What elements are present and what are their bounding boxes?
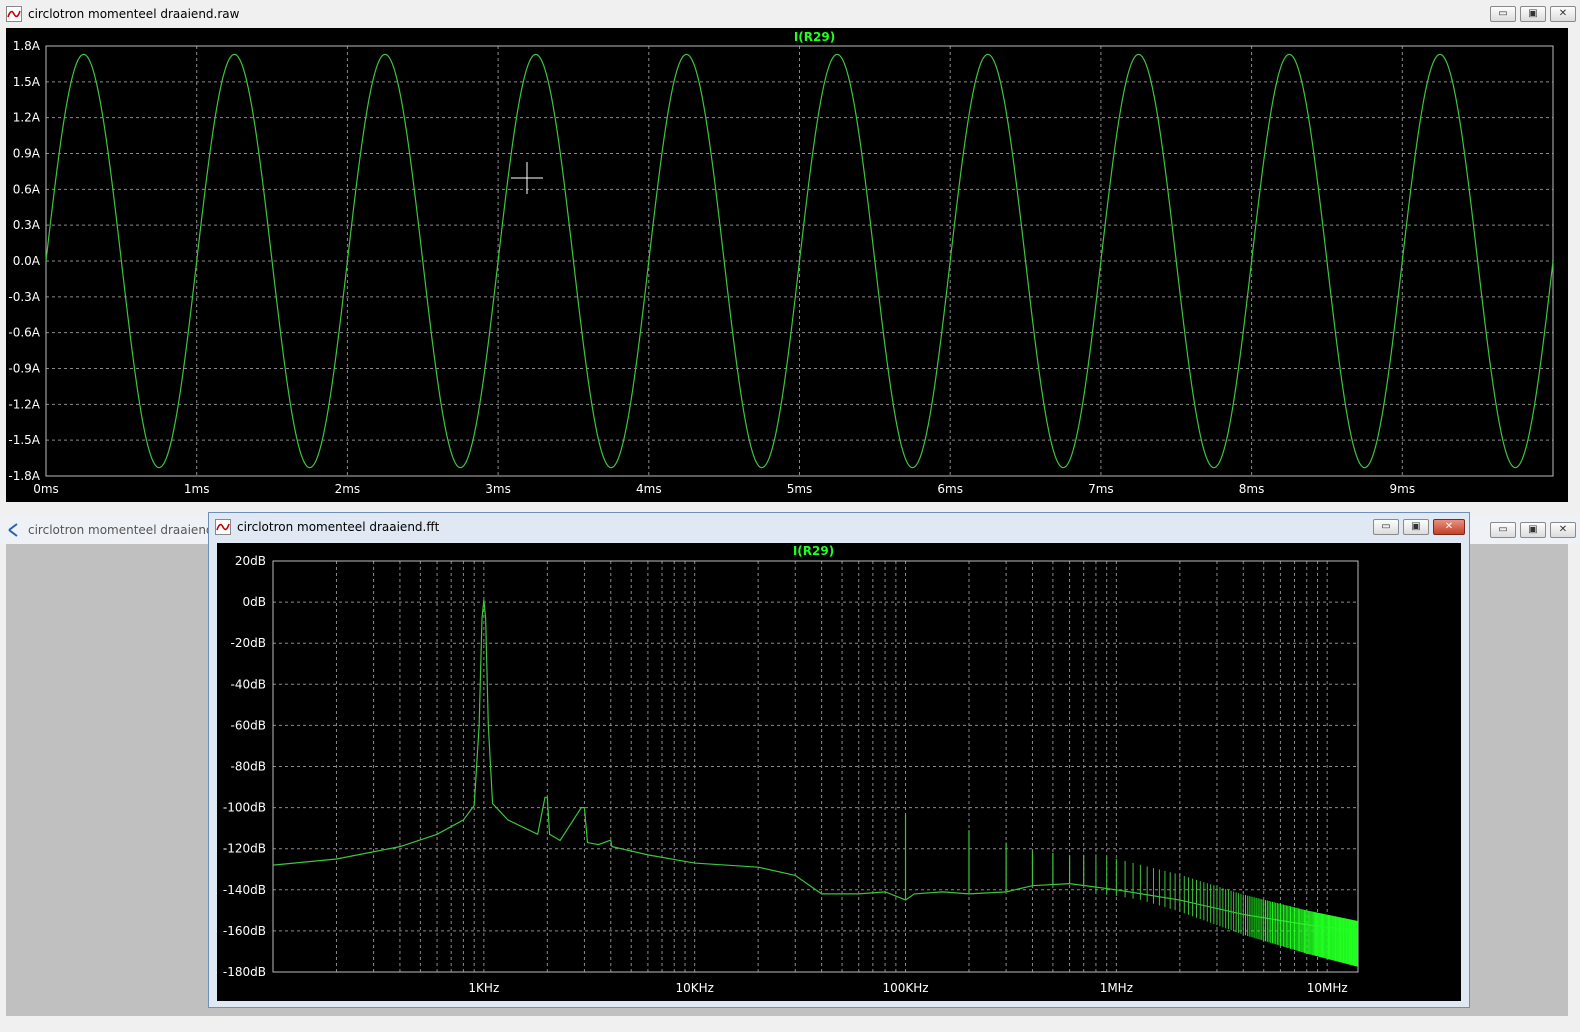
y-tick-label: -160dB [223,924,266,938]
restore-icon: ▣ [1528,8,1538,19]
minimize-button[interactable]: ▭ [1490,522,1516,538]
series-line [272,599,1359,932]
x-tick-label: 1MHz [1100,981,1133,995]
waveform-icon [215,519,231,535]
restore-button[interactable]: ▣ [1403,519,1429,535]
restore-icon: ▣ [1411,521,1421,532]
close-icon: ✕ [1444,521,1454,532]
y-tick-label: -60dB [231,718,266,732]
time-domain-plot[interactable]: 0ms 1ms 2ms 3ms 4ms 5ms 6ms 7ms 8ms 9ms 1.8A 1.5A 1.… [6,28,1568,502]
x-tick-label: 5ms [787,482,813,496]
y-tick-label: 1.8A [13,39,41,53]
restore-button[interactable]: ▣ [1520,522,1546,538]
y-tick-label: 1.2A [13,111,41,125]
fft-window[interactable]: circlotron momenteel draaiend.fft ▭ ▣ ✕ … [208,512,1470,1008]
minimize-icon: ▭ [1381,521,1391,532]
x-tick-label: 1KHz [468,981,499,995]
fft-chart[interactable]: 1KHz 10KHz 100KHz 1MHz 10MHz 20dB 0dB -20dB -40d… [217,543,1461,1001]
x-tick-label: 9ms [1390,482,1416,496]
raw-window-buttons: ▭ ▣ ✕ [1490,6,1576,22]
y-tick-label: -0.3A [8,290,40,304]
y-tick-label: 0.9A [13,147,41,161]
restore-button[interactable]: ▣ [1520,6,1546,22]
x-tick-label: 100KHz [882,981,928,995]
x-tick-label: 4ms [636,482,662,496]
y-tick-label: 1.5A [13,75,41,89]
y-tick-label: 0.3A [13,218,41,232]
fft-window-buttons: ▭ ▣ ✕ [1373,519,1465,535]
restore-icon: ▣ [1528,524,1538,535]
y-tick-label: -0.9A [8,362,40,376]
y-tick-label: -1.8A [8,469,40,483]
x-tick-label: 7ms [1088,482,1114,496]
y-tick-label: 0.0A [13,254,41,268]
time-domain-chart[interactable]: 0ms 1ms 2ms 3ms 4ms 5ms 6ms 7ms 8ms 9ms 1.8A 1.5A 1.… [6,28,1568,502]
grid [273,561,1358,972]
fft-plot[interactable]: 1KHz 10KHz 100KHz 1MHz 10MHz 20dB 0dB -20dB -40d… [217,543,1461,1001]
close-button[interactable]: ✕ [1550,522,1576,538]
x-tick-label: 3ms [485,482,511,496]
y-tick-label: -20dB [231,636,266,650]
close-button[interactable]: ✕ [1433,519,1465,535]
x-tick-label: 0ms [33,482,59,496]
y-tick-label: 0dB [243,595,266,609]
asc-window-title: circlotron momenteel draaiend.asc [28,523,238,537]
y-tick-label: -40dB [231,677,266,691]
close-icon: ✕ [1558,524,1568,535]
x-tick-label: 1ms [184,482,210,496]
y-tick-label: 20dB [235,554,266,568]
x-tick-label: 2ms [335,482,361,496]
x-tick-label: 8ms [1239,482,1265,496]
y-tick-label: -1.5A [8,433,40,447]
schematic-icon [8,523,18,537]
series-line [45,53,1554,469]
asc-window-buttons: ▭ ▣ ✕ [1490,522,1576,538]
raw-window-title: circlotron momenteel draaiend.raw [28,7,240,21]
waveform-icon [6,6,22,22]
x-tick-label: 6ms [937,482,963,496]
y-tick-label: -0.6A [8,326,40,340]
fft-window-titlebar[interactable]: circlotron momenteel draaiend.fft [209,513,1469,541]
raw-window-titlebar[interactable]: circlotron momenteel draaiend.raw [0,0,1580,28]
minimize-icon: ▭ [1498,8,1508,19]
minimize-button[interactable]: ▭ [1490,6,1516,22]
minimize-button[interactable]: ▭ [1373,519,1399,535]
close-button[interactable]: ✕ [1550,6,1576,22]
y-tick-label: -120dB [223,842,266,856]
y-tick-label: -80dB [231,760,266,774]
raw-waveform-window[interactable]: circlotron momenteel draaiend.raw ▭ ▣ ✕ … [0,0,1580,506]
minimize-icon: ▭ [1498,524,1508,535]
y-tick-label: -1.2A [8,397,40,411]
x-tick-label: 10KHz [675,981,713,995]
y-tick-label: -140dB [223,883,266,897]
close-icon: ✕ [1558,8,1568,19]
y-tick-label: 0.6A [13,182,41,196]
fft-window-title: circlotron momenteel draaiend.fft [237,520,440,534]
x-tick-label: 10MHz [1307,981,1348,995]
trace-title: I(R29) [793,544,834,558]
trace-title: I(R29) [794,30,835,44]
y-tick-label: -180dB [223,965,266,979]
y-tick-label: -100dB [223,801,266,815]
